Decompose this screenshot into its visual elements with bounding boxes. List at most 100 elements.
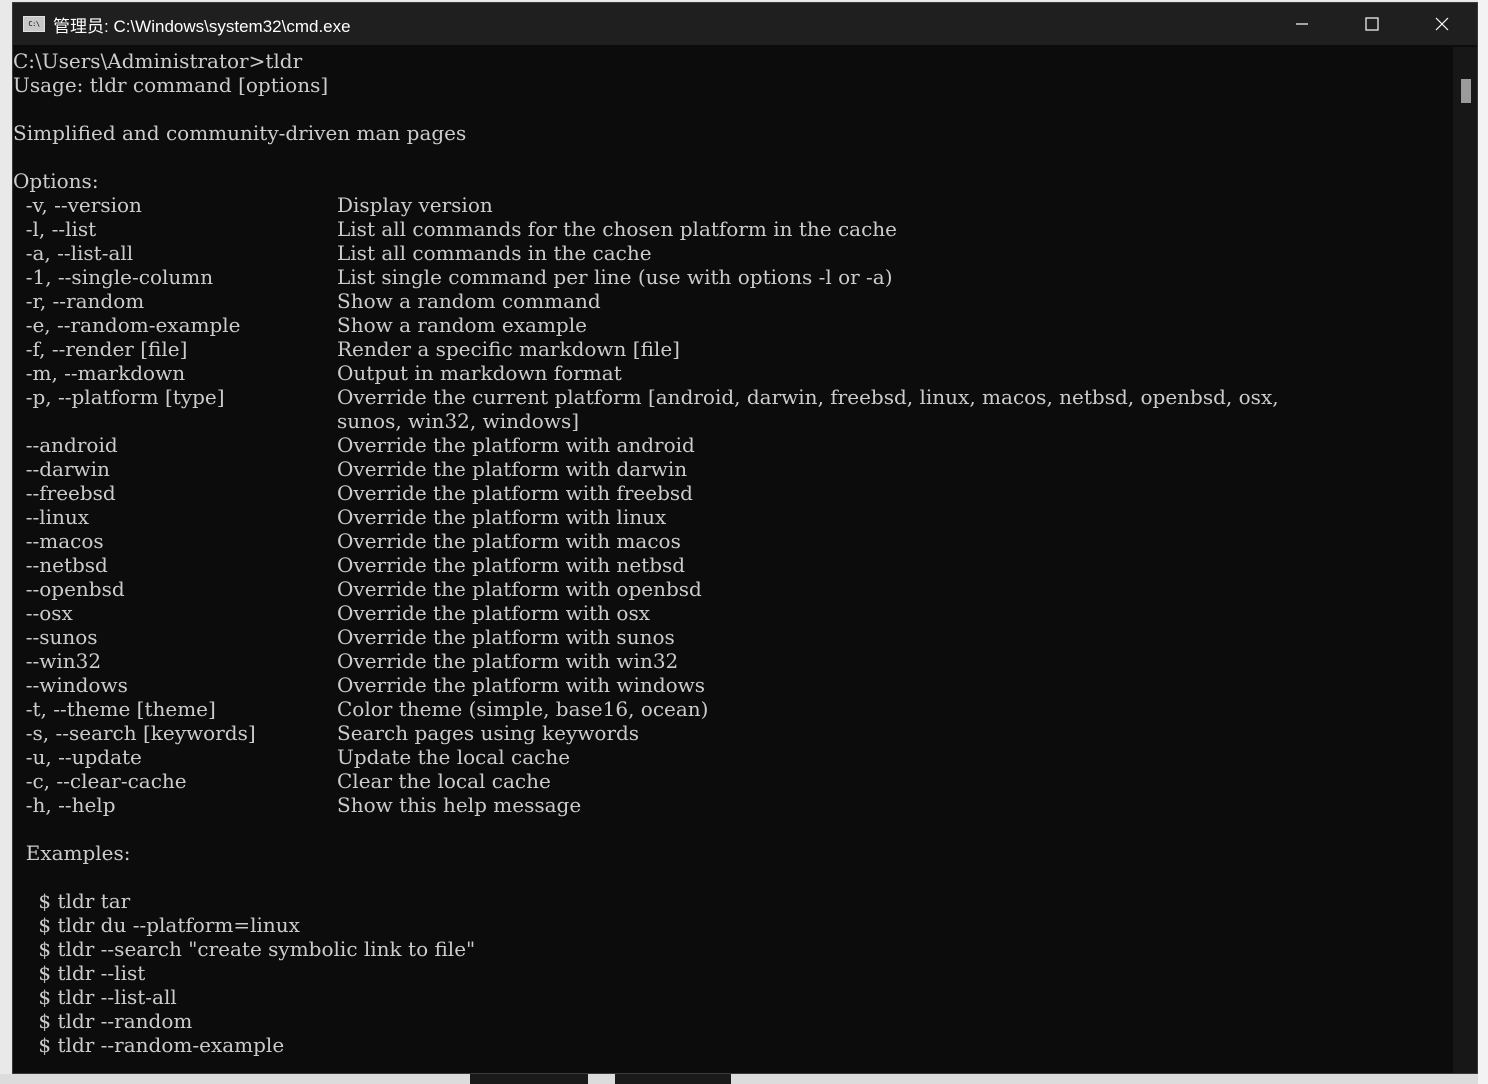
- option-row: --linux Override the platform with linux: [13, 505, 667, 529]
- usage-line: Usage: tldr command [options]: [13, 73, 329, 97]
- option-flag: --osx: [13, 601, 73, 625]
- option-row: -h, --help Show this help message: [13, 793, 582, 817]
- option-flag: --netbsd: [13, 553, 108, 577]
- console-icon: C:\: [23, 16, 45, 32]
- option-row: --freebsd Override the platform with fre…: [13, 481, 693, 505]
- example-line: $ tldr tar: [13, 889, 131, 913]
- window-controls: [1267, 3, 1477, 45]
- option-row: -a, --list-all List all commands in the …: [13, 241, 652, 265]
- option-row: -l, --list List all commands for the cho…: [13, 217, 897, 241]
- option-flag: -c, --clear-cache: [13, 769, 187, 793]
- option-desc: Update the local cache: [337, 745, 571, 769]
- option-flag: --freebsd: [13, 481, 116, 505]
- option-desc: sunos, win32, windows]: [337, 409, 580, 433]
- title-bar[interactable]: C:\ 管理员: C:\Windows\system32\cmd.exe: [13, 3, 1477, 45]
- option-flag: -u, --update: [13, 745, 142, 769]
- option-desc: Override the platform with windows: [337, 673, 706, 697]
- option-desc: Show this help message: [337, 793, 582, 817]
- option-row: --windows Override the platform with win…: [13, 673, 705, 697]
- prompt-line: C:\Users\Administrator>tldr: [13, 49, 303, 73]
- option-row: --darwin Override the platform with darw…: [13, 457, 687, 481]
- option-row: -1, --single-column List single command …: [13, 265, 893, 289]
- examples-header: Examples:: [13, 841, 131, 865]
- option-desc: List single command per line (use with o…: [337, 265, 893, 289]
- window-title: 管理员: C:\Windows\system32\cmd.exe: [53, 16, 351, 36]
- option-desc: Color theme (simple, base16, ocean): [337, 697, 709, 721]
- option-flag: -v, --version: [13, 193, 142, 217]
- minimize-icon: [1296, 23, 1308, 25]
- option-desc: Output in markdown format: [337, 361, 622, 385]
- option-row: -r, --random Show a random command: [13, 289, 601, 313]
- option-flag: -s, --search [keywords]: [13, 721, 256, 745]
- option-desc: Override the platform with win32: [337, 649, 679, 673]
- option-flag: -e, --random-example: [13, 313, 241, 337]
- option-desc: List all commands for the chosen platfor…: [337, 217, 898, 241]
- option-desc: Override the platform with sunos: [337, 625, 675, 649]
- option-row: -s, --search [keywords] Search pages usi…: [13, 721, 639, 745]
- option-flag: -h, --help: [13, 793, 116, 817]
- options-header: Options:: [13, 169, 99, 193]
- description-line: Simplified and community-driven man page…: [13, 121, 467, 145]
- option-flag: -m, --markdown: [13, 361, 186, 385]
- option-desc: Override the platform with netbsd: [337, 553, 686, 577]
- option-desc: Override the platform with osx: [337, 601, 651, 625]
- console-icon-text: C:\: [28, 19, 40, 28]
- option-desc: List all commands in the cache: [337, 241, 652, 265]
- background-window-edge: [1478, 0, 1488, 1084]
- option-row: --win32 Override the platform with win32: [13, 649, 679, 673]
- option-desc: Render a specific markdown [file]: [337, 337, 680, 361]
- option-desc: Clear the local cache: [337, 769, 551, 793]
- option-flag: -a, --list-all: [13, 241, 134, 265]
- option-row: -f, --render [file] Render a specific ma…: [13, 337, 680, 361]
- option-flag: --win32: [13, 649, 102, 673]
- option-row: -v, --version Display version: [13, 193, 493, 217]
- option-row: --android Override the platform with and…: [13, 433, 695, 457]
- cmd-window: C:\ 管理员: C:\Windows\system32\cmd.exe C:\…: [12, 2, 1478, 1074]
- option-row: -c, --clear-cache Clear the local cache: [13, 769, 551, 793]
- option-flag: -l, --list: [13, 217, 97, 241]
- example-line: $ tldr --list: [13, 961, 146, 985]
- option-flag: --linux: [13, 505, 90, 529]
- example-line: $ tldr --search "create symbolic link to…: [13, 937, 476, 961]
- example-line: $ tldr --random: [13, 1009, 193, 1033]
- vertical-scrollbar[interactable]: [1453, 47, 1477, 1073]
- taskbar-thumbnail[interactable]: [615, 1074, 731, 1084]
- option-flag: --sunos: [13, 625, 98, 649]
- option-desc: Override the platform with freebsd: [337, 481, 693, 505]
- option-desc: Show a random example: [337, 313, 587, 337]
- close-button[interactable]: [1407, 3, 1477, 45]
- minimize-button[interactable]: [1267, 3, 1337, 45]
- option-desc: Override the platform with macos: [337, 529, 681, 553]
- scrollbar-thumb[interactable]: [1461, 79, 1471, 103]
- option-row: sunos, win32, windows]: [13, 409, 579, 433]
- option-desc: Override the platform with linux: [337, 505, 667, 529]
- option-desc: Display version: [337, 193, 493, 217]
- option-row: -t, --theme [theme] Color theme (simple,…: [13, 697, 709, 721]
- example-line: $ tldr du --platform=linux: [13, 913, 300, 937]
- close-icon: [1435, 17, 1449, 31]
- option-desc: Override the platform with openbsd: [337, 577, 702, 601]
- terminal-output[interactable]: C:\Users\Administrator>tldr Usage: tldr …: [13, 47, 1453, 1071]
- option-desc: Search pages using keywords: [337, 721, 640, 745]
- option-flag: -1, --single-column: [13, 265, 214, 289]
- option-row: --openbsd Override the platform with ope…: [13, 577, 702, 601]
- option-row: -u, --update Update the local cache: [13, 745, 570, 769]
- option-flag: -f, --render [file]: [13, 337, 188, 361]
- taskbar-edge: [0, 1074, 1478, 1084]
- option-flag: -t, --theme [theme]: [13, 697, 216, 721]
- option-row: --netbsd Override the platform with netb…: [13, 553, 685, 577]
- option-row: -e, --random-example Show a random examp…: [13, 313, 587, 337]
- option-flag: -p, --platform [type]: [13, 385, 225, 409]
- option-flag: --windows: [13, 673, 128, 697]
- option-row: --osx Override the platform with osx: [13, 601, 650, 625]
- option-flag: -r, --random: [13, 289, 145, 313]
- maximize-icon: [1365, 17, 1379, 31]
- maximize-button[interactable]: [1337, 3, 1407, 45]
- option-flag: --openbsd: [13, 577, 125, 601]
- option-desc: Override the current platform [android, …: [337, 385, 1279, 409]
- option-flag: --darwin: [13, 457, 110, 481]
- option-flag: --macos: [13, 529, 104, 553]
- example-line: $ tldr --random-example: [13, 1033, 285, 1057]
- option-flag: --android: [13, 433, 118, 457]
- taskbar-thumbnail[interactable]: [470, 1074, 588, 1084]
